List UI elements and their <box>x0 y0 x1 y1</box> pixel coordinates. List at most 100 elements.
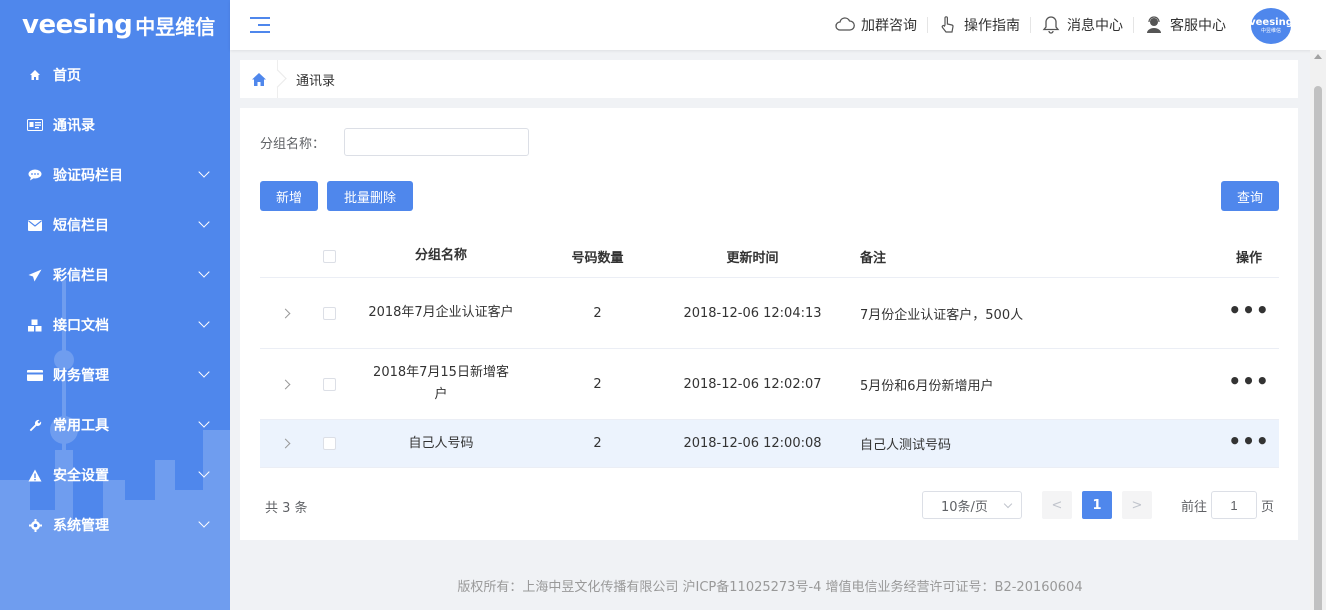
add-button[interactable]: 新增 <box>260 181 318 211</box>
sidebar-item-label: 首页 <box>53 68 81 84</box>
sidebar-item-label: 验证码栏目 <box>53 168 123 184</box>
page-jump-prefix: 前往 <box>1181 499 1208 515</box>
sidebar-item-contacts[interactable]: 通讯录 <box>0 100 230 150</box>
table-row[interactable]: 2018年7月企业认证客户 2 2018-12-06 12:04:13 7月份企… <box>260 278 1279 349</box>
prev-page-button[interactable]: < <box>1042 491 1072 519</box>
table-row[interactable]: 自己人号码 2 2018-12-06 12:00:08 自己人测试号码 ••• <box>260 420 1279 468</box>
customer-service-link[interactable]: 客服中心 <box>1134 16 1236 34</box>
sidebar-item-label: 接口文档 <box>53 318 109 334</box>
avatar[interactable]: veesing 中昱维信 <box>1249 8 1293 44</box>
sidebar-item-label: 短信栏目 <box>53 218 109 234</box>
sidebar-item-label: 财务管理 <box>53 368 109 384</box>
sidebar-item-verification[interactable]: 验证码栏目 <box>0 150 230 200</box>
sidebar: veesing 中昱维信 首页 通讯录 验证码栏目 短信栏目 彩信栏目 接口文档… <box>0 0 230 610</box>
footer-copyright: 版权所有：上海中昱文化传播有限公司 沪ICP备11025273号-4 增值电信业… <box>457 580 1083 595</box>
row-checkbox[interactable] <box>322 437 336 450</box>
page-size-select[interactable]: 10条/页 <box>922 491 1022 519</box>
batch-delete-button[interactable]: 批量删除 <box>327 181 413 211</box>
chevron-down-icon <box>198 366 210 378</box>
sidebar-item-label: 安全设置 <box>53 468 109 484</box>
cell-count: 2 <box>593 376 602 392</box>
breadcrumb-home[interactable] <box>240 60 278 98</box>
expand-row-icon[interactable] <box>280 379 290 389</box>
brand-logo[interactable]: veesing 中昱维信 <box>0 0 230 50</box>
join-group-link[interactable]: 加群咨询 <box>825 17 928 34</box>
more-actions-icon[interactable]: ••• <box>1228 429 1269 453</box>
gear-icon <box>26 518 44 532</box>
sidebar-item-system[interactable]: 系统管理 <box>0 500 230 550</box>
filter-row: 分组名称： <box>260 128 529 156</box>
support-agent-icon <box>1147 16 1161 33</box>
avatar-subtext: 中昱维信 <box>1260 28 1281 34</box>
chat-bubble-icon <box>26 168 44 182</box>
header-link-label: 客服中心 <box>1170 18 1226 34</box>
paper-plane-icon <box>26 268 44 282</box>
row-checkbox[interactable] <box>322 377 336 391</box>
top-header: 加群咨询 操作指南 消息中心 客服中心 veesing 中昱维信 <box>230 0 1326 50</box>
operation-guide-link[interactable]: 操作指南 <box>928 16 1031 34</box>
scroll-up-arrow-icon[interactable] <box>1314 54 1322 59</box>
logo-cn-text: 中昱维信 <box>135 14 216 39</box>
cloud-icon <box>835 17 855 31</box>
scrollbar-thumb[interactable] <box>1314 86 1322 610</box>
sidebar-item-sms[interactable]: 短信栏目 <box>0 200 230 250</box>
cell-updated: 2018-12-06 12:02:07 <box>683 376 822 392</box>
sidebar-nav: 首页 通讯录 验证码栏目 短信栏目 彩信栏目 接口文档 财务管理 常用工具 安全… <box>0 50 230 550</box>
cell-count: 2 <box>593 436 602 451</box>
avatar-text: veesing <box>1249 17 1293 28</box>
select-all-checkbox[interactable] <box>322 249 336 263</box>
pagination-total: 共 3 条 <box>265 501 308 516</box>
cell-note: 7月份企业认证客户，500人 <box>860 307 1024 323</box>
address-book-icon <box>26 118 44 132</box>
sidebar-item-mms[interactable]: 彩信栏目 <box>0 250 230 300</box>
column-header-note: 备注 <box>860 250 887 266</box>
query-button[interactable]: 查询 <box>1221 181 1279 211</box>
sidebar-item-api-docs[interactable]: 接口文档 <box>0 300 230 350</box>
message-center-link[interactable]: 消息中心 <box>1031 16 1134 34</box>
expand-row-icon[interactable] <box>280 308 290 318</box>
wrench-icon <box>26 418 44 432</box>
cell-group-name: 自己人号码 <box>408 435 474 451</box>
header-link-label: 操作指南 <box>964 18 1020 34</box>
menu-toggle-button[interactable] <box>250 17 270 33</box>
sidebar-item-finance[interactable]: 财务管理 <box>0 350 230 400</box>
header-link-label: 加群咨询 <box>861 18 917 34</box>
sidebar-item-label: 彩信栏目 <box>53 268 109 284</box>
current-page-button[interactable]: 1 <box>1082 491 1112 519</box>
table-header-row: 分组名称 号码数量 更新时间 备注 操作 <box>260 235 1279 278</box>
sidebar-item-home[interactable]: 首页 <box>0 50 230 100</box>
header-links: 加群咨询 操作指南 消息中心 客服中心 <box>825 0 1236 50</box>
sidebar-item-security[interactable]: 安全设置 <box>0 450 230 500</box>
next-page-button[interactable]: > <box>1122 491 1152 519</box>
chevron-down-icon <box>198 466 210 478</box>
chevron-down-icon <box>198 416 210 428</box>
bell-icon <box>1042 16 1060 34</box>
column-header-count: 号码数量 <box>571 250 624 266</box>
sidebar-item-label: 系统管理 <box>53 518 109 534</box>
cell-updated: 2018-12-06 12:04:13 <box>683 305 822 321</box>
more-actions-icon[interactable]: ••• <box>1228 298 1269 322</box>
group-name-input[interactable] <box>344 128 529 156</box>
chevron-down-icon <box>198 266 210 278</box>
column-header-ops: 操作 <box>1235 250 1262 266</box>
credit-card-icon <box>26 368 44 382</box>
column-header-name: 分组名称 <box>414 248 467 263</box>
home-icon <box>26 68 44 82</box>
page-jump-input[interactable] <box>1211 491 1258 519</box>
warning-icon <box>26 468 44 482</box>
more-actions-icon[interactable]: ••• <box>1228 369 1269 393</box>
cubes-icon <box>26 318 44 332</box>
row-checkbox[interactable] <box>322 306 336 320</box>
cell-updated: 2018-12-06 12:00:08 <box>683 436 822 451</box>
cell-note: 自己人测试号码 <box>860 438 952 453</box>
envelope-icon <box>26 218 44 232</box>
hand-pointer-icon <box>941 16 954 33</box>
sidebar-item-tools[interactable]: 常用工具 <box>0 400 230 450</box>
breadcrumb-current: 通讯录 <box>296 73 336 89</box>
group-name-label: 分组名称： <box>260 136 326 152</box>
expand-row-icon[interactable] <box>280 438 290 449</box>
table-row[interactable]: 2018年7月15日新增客户 2 2018-12-06 12:02:07 5月份… <box>260 349 1279 420</box>
contacts-table: 分组名称 号码数量 更新时间 备注 操作 2018年7月企业认证客户 2 201… <box>260 235 1279 468</box>
page-scrollbar[interactable] <box>1310 50 1326 610</box>
page-jump: 前往 页 <box>1181 491 1274 519</box>
